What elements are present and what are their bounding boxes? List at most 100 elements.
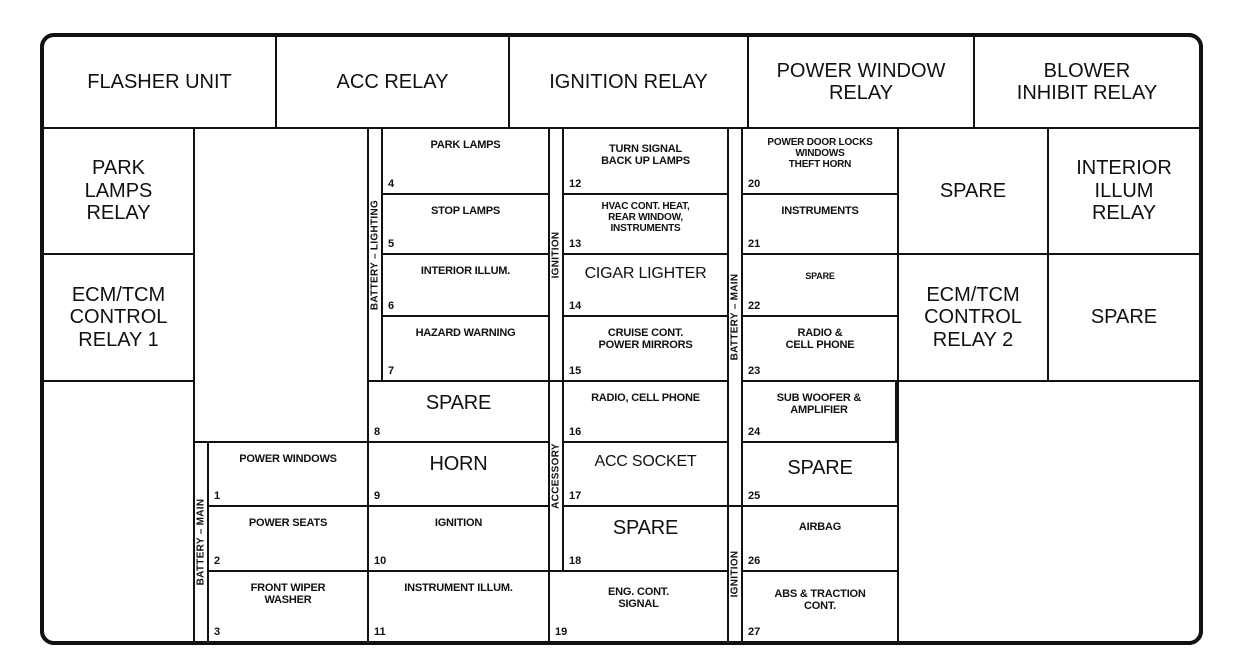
fuse-label: POWER WINDOWS	[239, 453, 337, 465]
fuse-24: SUB WOOFER & AMPLIFIER 24	[741, 380, 897, 443]
empty-slot-lower-right	[897, 380, 1203, 645]
fuse-number: 14	[569, 300, 582, 312]
relay-label: POWER WINDOW RELAY	[776, 59, 946, 104]
relay-ecm-tcm-1: ECM/TCM CONTROL RELAY 1	[40, 253, 195, 382]
fuse-label: FRONT WIPER WASHER	[250, 582, 326, 607]
relay-flasher-unit: FLASHER UNIT	[40, 33, 277, 129]
relay-label: SPARE	[1090, 306, 1158, 329]
fuse-number: 10	[374, 555, 387, 567]
fuse-label: SPARE	[612, 517, 679, 539]
spare-relay-lower: SPARE	[1047, 253, 1203, 382]
fuse-number: 21	[748, 238, 761, 250]
relay-label: BLOWER INHIBIT RELAY	[1016, 59, 1158, 104]
fuse-number: 3	[214, 626, 221, 638]
fuse-3: FRONT WIPER WASHER 3	[207, 570, 369, 645]
fuse-label: HAZARD WARNING	[415, 327, 516, 339]
fuse-label: HORN	[429, 453, 488, 475]
fuse-label: SPARE	[787, 457, 853, 479]
fuse-label: SUB WOOFER & AMPLIFIER	[776, 392, 862, 417]
fuse-number: 22	[748, 300, 761, 312]
fuse-1: POWER WINDOWS 1	[207, 441, 369, 507]
relay-ecm-tcm-2: ECM/TCM CONTROL RELAY 2	[897, 253, 1049, 382]
fuse-6: INTERIOR ILLUM. 6	[381, 253, 550, 317]
fuse-label: IGNITION	[434, 517, 483, 529]
bus-label: IGNITION	[550, 231, 562, 278]
fuse-14: CIGAR LIGHTER 14	[562, 253, 729, 317]
fuse-block-diagram: FLASHER UNIT ACC RELAY IGNITION RELAY PO…	[0, 0, 1243, 669]
fuse-number: 26	[748, 555, 761, 567]
fuse-label: SPARE	[425, 392, 492, 414]
relay-power-window: POWER WINDOW RELAY	[747, 33, 975, 129]
fuse-label: RADIO & CELL PHONE	[785, 327, 855, 352]
relay-label: ECM/TCM CONTROL RELAY 2	[924, 283, 1022, 351]
fuse-22: SPARE 22	[741, 253, 899, 317]
fuse-number: 11	[374, 626, 386, 638]
fuse-16: RADIO, CELL PHONE 16	[562, 380, 729, 443]
fuse-11: INSTRUMENT ILLUM. 11	[367, 570, 550, 645]
fuse-2: POWER SEATS 2	[207, 505, 369, 572]
fuse-label: SPARE	[805, 271, 835, 281]
fuse-number: 2	[214, 555, 221, 567]
fuse-label: TURN SIGNAL BACK UP LAMPS	[601, 143, 690, 168]
fuse-label: POWER SEATS	[248, 517, 328, 529]
fuse-23: RADIO & CELL PHONE 23	[741, 315, 899, 382]
fuse-number: 15	[569, 365, 582, 377]
fuse-label: ENG. CONT. SIGNAL	[608, 586, 669, 611]
fuse-number: 18	[569, 555, 582, 567]
fuse-label: INTERIOR ILLUM.	[420, 265, 511, 277]
fuse-15: CRUISE CONT. POWER MIRRORS 15	[562, 315, 729, 382]
empty-slot-lower-left	[40, 380, 195, 645]
fuse-number: 1	[214, 490, 221, 502]
fuse-9: HORN 9	[367, 441, 550, 507]
fuse-label: STOP LAMPS	[430, 205, 501, 217]
fuse-13: HVAC CONT. HEAT, REAR WINDOW, INSTRUMENT…	[562, 193, 729, 255]
fuse-number: 19	[555, 626, 568, 638]
fuse-label: POWER DOOR LOCKS WINDOWS THEFT HORN	[767, 137, 873, 171]
fuse-number: 12	[569, 178, 582, 190]
relay-label: SPARE	[939, 179, 1007, 202]
fuse-7: HAZARD WARNING 7	[381, 315, 550, 382]
fuse-10: IGNITION 10	[367, 505, 550, 572]
spare-relay-upper: SPARE	[897, 127, 1049, 255]
fuse-number: 20	[748, 178, 761, 190]
fuse-label: INSTRUMENTS	[781, 205, 859, 217]
bus-label: BATTERY – LIGHTING	[369, 199, 381, 310]
fuse-number: 25	[748, 490, 761, 502]
bus-label: IGNITION	[729, 550, 741, 598]
fuse-12: TURN SIGNAL BACK UP LAMPS 12	[562, 127, 729, 195]
fuse-17: ACC SOCKET 17	[562, 441, 729, 507]
fuse-27: ABS & TRACTION CONT. 27	[741, 570, 899, 645]
fuse-label: INSTRUMENT ILLUM.	[404, 582, 513, 594]
fuse-number: 23	[748, 365, 761, 377]
relay-park-lamps: PARK LAMPS RELAY	[40, 127, 195, 255]
fuse-number: 9	[374, 490, 381, 502]
relay-ignition: IGNITION RELAY	[508, 33, 749, 129]
relay-acc: ACC RELAY	[275, 33, 510, 129]
fuse-label: CRUISE CONT. POWER MIRRORS	[598, 327, 693, 352]
fuse-label: HVAC CONT. HEAT, REAR WINDOW, INSTRUMENT…	[601, 201, 690, 235]
relay-label: IGNITION RELAY	[549, 70, 708, 93]
fuse-26: AIRBAG 26	[741, 505, 899, 572]
fuse-18: SPARE 18	[562, 505, 729, 572]
fuse-number: 4	[388, 178, 395, 190]
relay-label: INTERIOR ILLUM RELAY	[1076, 157, 1172, 225]
fuse-number: 7	[388, 365, 395, 377]
fuse-label: CIGAR LIGHTER	[584, 265, 707, 282]
fuse-25: SPARE 25	[741, 441, 899, 507]
empty-slot-upper-left	[193, 127, 369, 443]
fuse-number: 6	[388, 300, 395, 312]
fuse-label: ABS & TRACTION CONT.	[774, 588, 866, 613]
fuse-number: 5	[388, 238, 395, 250]
fuse-number: 24	[748, 426, 761, 438]
fuse-number: 17	[569, 490, 582, 502]
fuse-4: PARK LAMPS 4	[381, 127, 550, 195]
fuse-number: 8	[374, 426, 381, 438]
fuse-label: PARK LAMPS	[430, 139, 501, 151]
fuse-21: INSTRUMENTS 21	[741, 193, 899, 255]
fuse-label: AIRBAG	[798, 521, 842, 533]
fuse-19: ENG. CONT. SIGNAL 19	[548, 570, 729, 645]
relay-interior-illum: INTERIOR ILLUM RELAY	[1047, 127, 1203, 255]
relay-label: ACC RELAY	[336, 70, 449, 93]
relay-blower-inhibit: BLOWER INHIBIT RELAY	[973, 33, 1203, 129]
fuse-label: ACC SOCKET	[594, 453, 697, 470]
